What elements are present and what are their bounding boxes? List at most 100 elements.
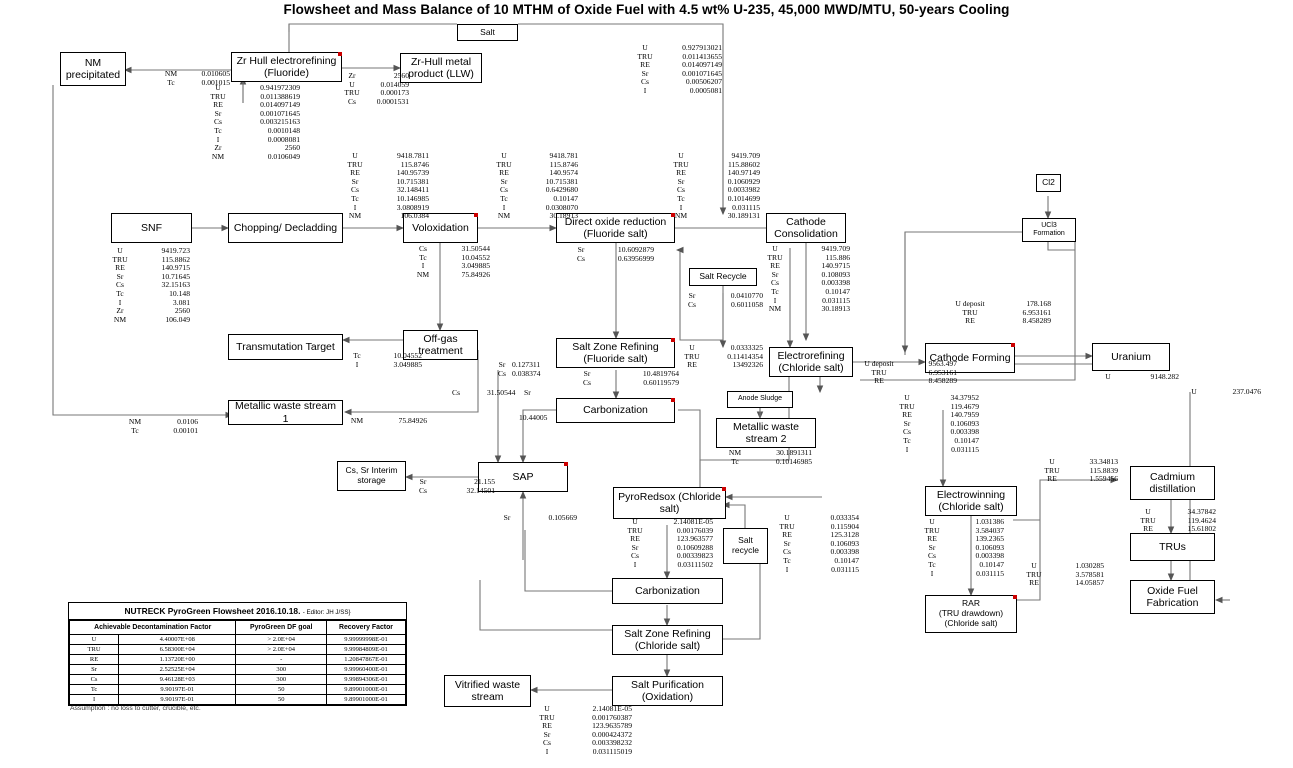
stream-metallic-waste-1-nm: NM 75.84926 (350, 416, 427, 425)
box-zr-hull-electrorefining[interactable]: Zr Hull electrorefining (Fluoride) (231, 52, 342, 82)
box-cathode-consolidation[interactable]: Cathode Consolidation (766, 213, 846, 243)
stream-zr-hull-er-out: U 0.941972309 TRU 0.011388619 RE 0.01409714… (210, 83, 300, 161)
pyroredsox-corner-marker (722, 487, 726, 491)
box-vitrified-waste-stream[interactable]: Vitrified waste stream (444, 675, 531, 707)
stream-offgas-to-transmutation: Tc 10.04552 I 3.049885 (353, 351, 422, 369)
box-electrowinning-label: Electrowinning (Chloride salt) (936, 488, 1006, 513)
decon-cell-rf: 9.99984809E-01 (326, 644, 406, 655)
decon-cell-element: TRU (68, 644, 120, 655)
box-cadmium-distillation[interactable]: Cadmium distillation (1130, 466, 1215, 500)
dor-corner-marker (671, 213, 675, 217)
decon-cell-goal: 50 (235, 684, 327, 695)
box-uranium-label: Uranium (1111, 350, 1151, 363)
decon-caption-editor: - Editor: JH J/SS} (302, 609, 351, 616)
decon-table-header-row: Achievable Decontamination Factor PyroGr… (68, 620, 406, 635)
stream-vitrified-waste: U 2.14081E-05 TRU 0.001760387 RE 123.963578… (539, 704, 632, 756)
box-anode-sludge[interactable]: Anode Sludge (727, 391, 793, 408)
box-snf[interactable]: SNF (111, 213, 192, 243)
decon-table-caption: NUTRECK PyroGreen Flowsheet 2016.10.18. … (69, 603, 406, 620)
decon-cell-adf: 6.58300E+04 (118, 644, 237, 655)
box-chopping-decladding-label: Chopping/ Decladding (233, 221, 338, 234)
box-metallic-waste-stream-1[interactable]: Metallic waste stream 1 (228, 400, 343, 425)
voloxidation-corner-marker (474, 213, 478, 217)
box-sap-label: SAP (512, 470, 534, 483)
box-salt-recycle-top[interactable]: Salt Recycle (689, 268, 757, 286)
sap-corner-marker (564, 462, 568, 466)
stream-szr-fluoride-left: Sr 0.127311 Cs 0.038374 (497, 360, 541, 378)
stream-key: Tc (167, 77, 175, 87)
box-salt-recycle-top-label: Salt Recycle (699, 271, 747, 282)
box-carbonization-1[interactable]: Carbonization (556, 398, 675, 423)
stream-to-cadmium: U 33.34813 TRU 115.8839 RE 1.559456 (1044, 457, 1118, 484)
stream-volox-out: U 9418.781 TRU 115.8746 RE 140.9574 Sr 10.71… (496, 151, 578, 221)
stream-szr-fluoride-out: Sr 10.4819764 Cs 0.60119579 (582, 369, 679, 387)
box-rar[interactable]: RAR (TRU drawdown) (Chloride salt) (925, 595, 1017, 633)
box-nm-precipitated[interactable]: NM precipitated (60, 52, 126, 86)
box-ucl3-formation[interactable]: UCl3 Formation (1022, 218, 1076, 242)
box-pyroredsox[interactable]: PyroRedsox (Chloride salt) (613, 487, 726, 519)
box-cs-sr-interim-storage[interactable]: Cs, Sr Interim storage (337, 461, 406, 491)
box-salt-purification[interactable]: Salt Purification (Oxidation) (612, 676, 723, 706)
box-salt-zone-refining-chloride[interactable]: Salt Zone Refining (Chloride salt) (612, 625, 723, 655)
page-title: Flowsheet and Mass Balance of 10 MTHM of… (283, 2, 1010, 17)
box-zr-hull-metal-product[interactable]: Zr-Hull metal product (LLW) (400, 53, 482, 83)
stream-electrowinning-in: U 34.37952 TRU 119.4679 RE 140.7959 Sr 0.106… (899, 393, 979, 454)
box-salt-zone-refining-chloride-label: Salt Zone Refining (Chloride salt) (624, 627, 711, 652)
box-carbonization-1-label: Carbonization (583, 404, 648, 417)
table-row: RE 1.13720E+00-1.20847867E-01 (68, 654, 406, 665)
stream-er-chloride-in-left: U 0.0333325 TRU 0.11414354 RE 13492326 (684, 343, 763, 370)
stream-u-deposit-cathode-forming-out: U deposit 9563.497 TRU 6.953161 RE 8.458289 (864, 359, 957, 386)
box-salt[interactable]: Salt (457, 24, 518, 41)
box-salt-recycle-bottom[interactable]: Salt recycle (723, 528, 768, 564)
decon-cell-adf: 1.13720E+00 (118, 654, 237, 665)
stream-zr-hull-metal: Zr 2560 U 0.014059 TRU 0.000173 Cs 0.0001531 (344, 71, 409, 106)
decon-col-rf: Recovery Factor (326, 620, 406, 635)
stream-volox-down: Cs 31.50544 Tc 10.04552 I 3.049885 NM 75.849… (416, 244, 490, 279)
decon-cell-adf: 9.90197E-01 (118, 694, 237, 705)
szr-fluoride-corner-marker (671, 338, 675, 342)
box-electrorefining-chloride[interactable]: Electrorefining (Chloride salt) (769, 347, 853, 377)
stream-mws2: NM 30.1891311 Tc 0.10146985 (728, 448, 812, 466)
box-electrowinning[interactable]: Electrowinning (Chloride salt) (925, 486, 1017, 516)
table-row: I 9.90197E-01 50 9.89901000E-01 (68, 694, 406, 705)
box-metallic-waste-stream-1-label: Metallic waste stream 1 (235, 400, 336, 425)
carbonization-1-corner-marker (671, 398, 675, 402)
decon-cell-element: Cs (68, 674, 120, 685)
box-carbonization-2-label: Carbonization (635, 584, 700, 597)
table-row: TRU 6.58300E+04 > 2.0E+04 9.99984809E-01 (68, 644, 406, 655)
box-anode-sludge-label: Anode Sludge (738, 395, 782, 403)
stream-carbonization-1-sr-key: Sr (524, 388, 531, 397)
box-voloxidation-label: Voloxidation (412, 221, 469, 234)
box-oxide-fuel-fabrication[interactable]: Oxide Fuel Fabrication (1130, 580, 1215, 614)
box-cs-sr-interim-storage-label: Cs, Sr Interim storage (345, 465, 398, 485)
box-trus[interactable]: TRUs (1130, 533, 1215, 561)
box-uranium[interactable]: Uranium (1092, 343, 1170, 371)
decon-cell-goal: 50 (235, 694, 327, 705)
decon-cell-rf: 1.20847867E-01 (326, 654, 406, 665)
table-row: Cs 9.46128E+03 300 9.99894306E-01 (68, 674, 406, 685)
stream-electrowinning-out: U 1.031386 TRU 3.584037 RE 139.2365 Sr 0.106… (924, 517, 1004, 578)
box-direct-oxide-reduction-label: Direct oxide reduction (Fluoride salt) (564, 215, 667, 240)
decon-cell-goal: 300 (235, 664, 327, 675)
box-cl2[interactable]: Cl2 (1036, 174, 1061, 192)
decon-cell-goal: 300 (235, 674, 327, 685)
box-vitrified-waste-stream-label: Vitrified waste stream (454, 678, 521, 703)
decon-cell-goal: > 2.0E+04 (235, 644, 327, 655)
decon-cell-rf: 9.89901000E-01 (326, 694, 406, 705)
box-salt-zone-refining-fluoride[interactable]: Salt Zone Refining (Fluoride salt) (556, 338, 675, 368)
stream-sap-to-storage: Sr 21.155 Cs 32.14501 (418, 477, 495, 495)
rar-corner-marker (1013, 595, 1017, 599)
decon-col-goal: PyroGreen DF goal (235, 620, 327, 635)
box-transmutation-target[interactable]: Transmutation Target (228, 334, 343, 360)
box-rar-label: RAR (TRU drawdown) (Chloride salt) (938, 598, 1004, 628)
box-off-gas-treatment-label: Off-gas treatment (418, 332, 463, 357)
box-carbonization-2[interactable]: Carbonization (612, 578, 723, 604)
decon-cell-rf: 9.99999998E-01 (326, 634, 406, 645)
box-oxide-fuel-fabrication-label: Oxide Fuel Fabrication (1146, 584, 1199, 609)
stream-dor-down: Sr 10.6092879 Cs 0.63956999 (576, 245, 654, 263)
stream-dor-out: U 9419.709 TRU 115.88602 RE 140.97149 Sr 0.1… (673, 151, 760, 221)
box-chopping-decladding[interactable]: Chopping/ Decladding (228, 213, 343, 243)
box-pyroredsox-label: PyroRedsox (Chloride salt) (618, 490, 721, 515)
decon-table-grid: Achievable Decontamination Factor PyroGr… (68, 620, 406, 705)
box-metallic-waste-stream-2[interactable]: Metallic waste stream 2 (716, 418, 816, 448)
